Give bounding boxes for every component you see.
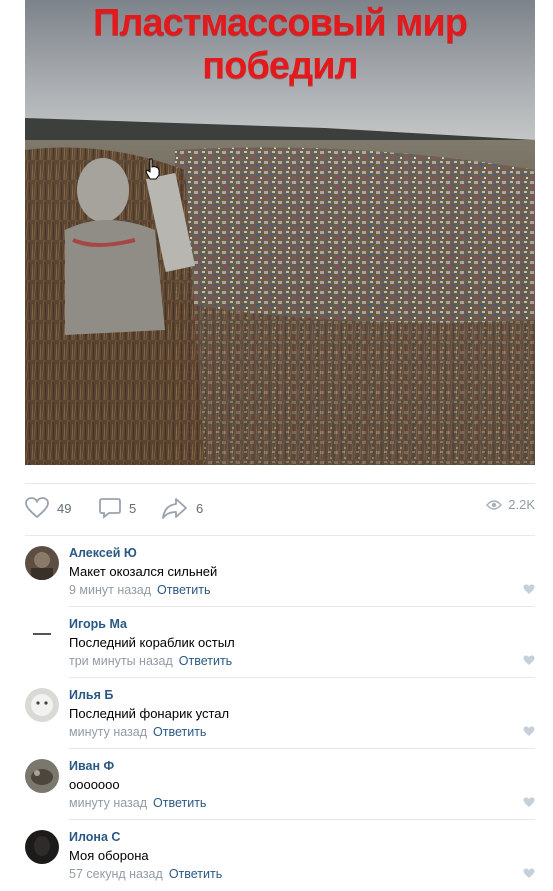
avatar[interactable]: [25, 830, 59, 864]
comment-meta: 57 секунд назад Ответить: [69, 867, 222, 881]
share-count: 6: [196, 500, 204, 516]
comment-like-icon[interactable]: [523, 655, 535, 666]
share-arrow-icon: [162, 498, 187, 519]
comment-meta: 9 минут назад Ответить: [69, 583, 210, 597]
comment-item: Алексей Ю Макет окозался сильней 9 минут…: [0, 536, 553, 607]
comment-author[interactable]: Иван Ф: [69, 759, 114, 773]
reply-link[interactable]: Ответить: [169, 867, 222, 881]
comment-author[interactable]: Алексей Ю: [69, 546, 137, 560]
comment-author[interactable]: Илона С: [69, 830, 120, 844]
comment-button[interactable]: 5: [99, 497, 136, 519]
comment-time[interactable]: 9 минут назад: [69, 583, 151, 597]
comment-like-icon[interactable]: [523, 797, 535, 808]
comment-meta: минуту назад Ответить: [69, 725, 206, 739]
views-counter: 2.2K: [486, 497, 535, 512]
comment-meta: три минуты назад Ответить: [69, 654, 232, 668]
comment-item: Иван Ф ооооооо минуту назад Ответить: [0, 749, 553, 820]
hand-pointer-icon: [145, 158, 161, 180]
comment-text: Моя оборона: [69, 848, 149, 863]
comment-text: Последний кораблик остыл: [69, 635, 235, 650]
comment-count: 5: [129, 500, 137, 516]
comment-time[interactable]: 57 секунд назад: [69, 867, 163, 881]
eye-icon: [486, 499, 503, 510]
avatar[interactable]: [25, 688, 59, 722]
post-actions: 49 5 6 2.2K: [25, 497, 535, 523]
reply-link[interactable]: Ответить: [157, 583, 210, 597]
comment-author[interactable]: Игорь Ма: [69, 617, 127, 631]
comment-time[interactable]: минуту назад: [69, 725, 147, 739]
comment-time[interactable]: три минуты назад: [69, 654, 173, 668]
post-image[interactable]: Пластмассовый мир победил: [25, 0, 535, 465]
like-button[interactable]: 49: [25, 497, 71, 519]
comment-text: Последний фонарик устал: [69, 706, 230, 721]
post-divider-top: [25, 483, 535, 484]
comment-like-icon[interactable]: [523, 584, 535, 595]
comment-like-icon[interactable]: [523, 726, 535, 737]
reply-link[interactable]: Ответить: [153, 725, 206, 739]
avatar[interactable]: [25, 759, 59, 793]
views-count: 2.2K: [508, 497, 535, 512]
comment-text: ооооооо: [69, 777, 120, 792]
comment-bubble-icon: [99, 498, 121, 519]
comment-item: Илона С Моя оборона 57 секунд назад Ответ…: [0, 820, 553, 891]
comment-text: Макет окозался сильней: [69, 564, 218, 579]
share-button[interactable]: 6: [162, 497, 203, 519]
reply-link[interactable]: Ответить: [153, 796, 206, 810]
comment-meta: минуту назад Ответить: [69, 796, 206, 810]
post-caption: Пластмассовый мир победил: [93, 2, 468, 87]
reply-link[interactable]: Ответить: [179, 654, 232, 668]
comment-time[interactable]: минуту назад: [69, 796, 147, 810]
heart-icon: [25, 497, 49, 519]
comment-like-icon[interactable]: [523, 868, 535, 879]
avatar[interactable]: [25, 546, 59, 580]
like-count: 49: [57, 500, 72, 516]
comment-item: Илья Б Последний фонарик устал минуту на…: [0, 678, 553, 749]
comments-list: Алексей Ю Макет окозался сильней 9 минут…: [0, 536, 553, 891]
comment-item: Игорь Ма Последний кораблик остыл три ми…: [0, 607, 553, 678]
comment-author[interactable]: Илья Б: [69, 688, 113, 702]
avatar[interactable]: [25, 617, 59, 651]
